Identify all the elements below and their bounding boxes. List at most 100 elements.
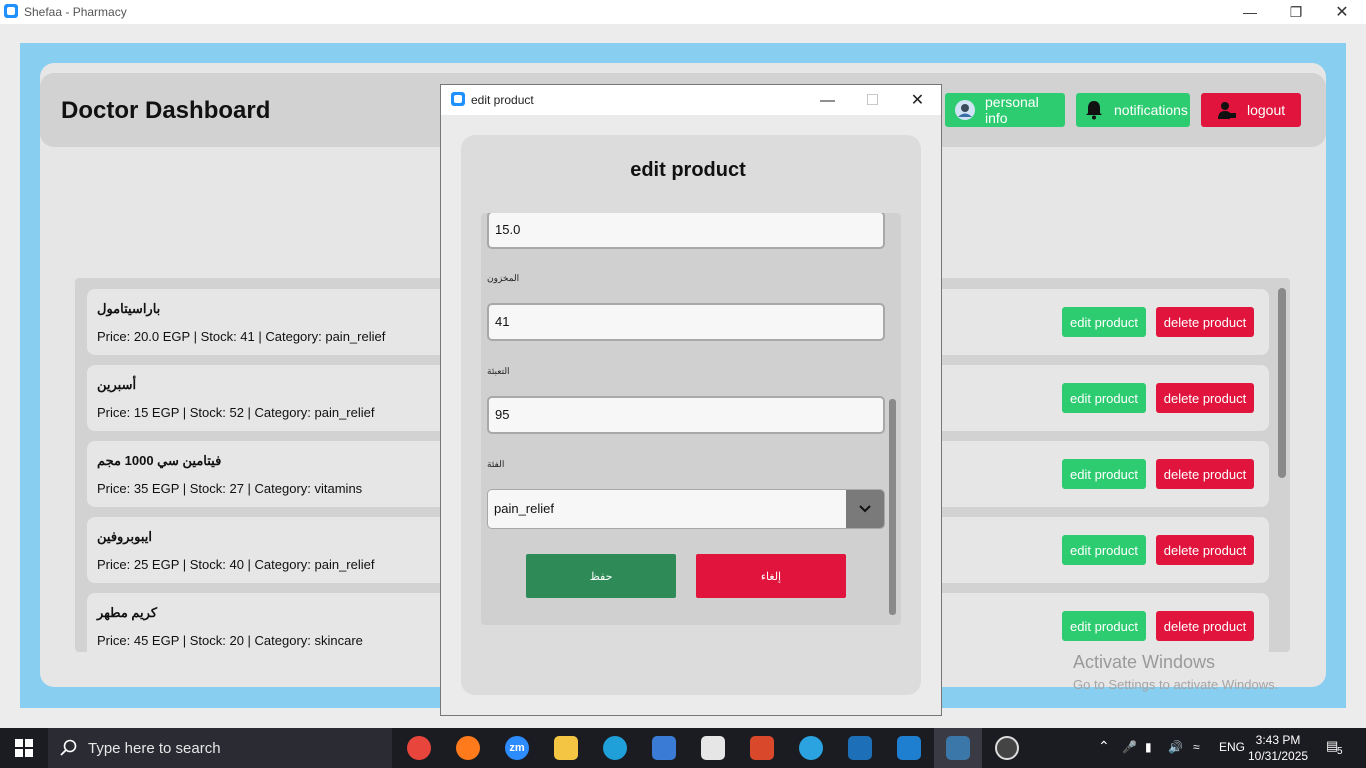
category-selected-value: pain_relief (494, 501, 554, 516)
save-button[interactable]: حفظ (526, 554, 676, 598)
taskbar-zoom[interactable]: zm (493, 728, 541, 768)
zoom-icon: zm (505, 736, 529, 760)
edit-product-button[interactable]: edit product (1062, 535, 1146, 565)
edit-product-button[interactable]: edit product (1062, 611, 1146, 641)
telegram-icon (799, 736, 823, 760)
chrome-icon (407, 736, 431, 760)
page-title: Doctor Dashboard (61, 97, 271, 124)
delete-product-button[interactable]: delete product (1156, 611, 1254, 641)
product-details: Price: 45 EGP | Stock: 20 | Category: sk… (97, 633, 363, 648)
dialog-heading: edit product (630, 159, 746, 181)
product-name: أسبرين (97, 377, 137, 392)
taskbar-firefox[interactable] (444, 728, 492, 768)
taskbar-store[interactable] (640, 728, 688, 768)
activate-windows-title: Activate Windows (1073, 652, 1216, 672)
edit-form-scroll-area[interactable]: 15.0 المخزون 41 التعبئة 95 الفئة pain_re… (481, 213, 901, 625)
product-name: ايبوبروفين (97, 529, 152, 544)
stock-field[interactable]: 41 (487, 303, 885, 341)
category-select[interactable]: pain_relief (487, 489, 885, 529)
taskbar-file-explorer[interactable] (542, 728, 590, 768)
dialog-maximize-button: ☐ (865, 92, 880, 109)
edit-product-dialog: edit product — ☐ ✕ edit product 15.0 الم… (440, 84, 942, 716)
folder-icon (554, 736, 578, 760)
delete-product-button[interactable]: delete product (1156, 383, 1254, 413)
chevron-down-icon[interactable] (846, 490, 884, 528)
close-button[interactable]: ✕ (1319, 0, 1365, 24)
price-field[interactable]: 15.0 (487, 213, 885, 249)
restore-button[interactable]: ❐ (1273, 0, 1319, 24)
notification-count: 5 (1337, 746, 1343, 757)
edge-icon (603, 736, 627, 760)
battery-icon[interactable]: ▮ (1145, 740, 1152, 754)
taskbar: Type here to search zm ⌃ 🎤 ▮ 🔊 ≈ ENG 3:4… (0, 728, 1366, 768)
logout-label: logout (1247, 102, 1286, 118)
microphone-icon[interactable]: 🎤 (1122, 740, 1137, 754)
dialog-app-icon (451, 92, 465, 106)
taskbar-search-box[interactable]: Type here to search (48, 728, 392, 768)
pack-field[interactable]: 95 (487, 396, 885, 434)
firefox-icon (456, 736, 480, 760)
edit-product-button[interactable]: edit product (1062, 459, 1146, 489)
list-scrollbar[interactable] (1278, 288, 1286, 478)
dialog-titlebar: edit product — ☐ ✕ (441, 85, 941, 115)
personal-info-label: personal info (985, 94, 1039, 126)
taskbar-python[interactable] (934, 728, 982, 768)
search-icon (60, 739, 77, 756)
language-indicator[interactable]: ENG (1219, 740, 1245, 754)
delete-product-button[interactable]: delete product (1156, 535, 1254, 565)
app-icon (4, 4, 18, 18)
office-icon (750, 736, 774, 760)
category-label: الفئة (487, 459, 505, 469)
volume-icon[interactable]: 🔊 (1168, 740, 1183, 754)
user-logout-icon (1217, 100, 1237, 120)
mail-icon (701, 736, 725, 760)
logout-button[interactable]: logout (1201, 93, 1301, 127)
dialog-minimize-button[interactable]: — (805, 85, 850, 115)
windows-logo-icon (15, 739, 33, 757)
minimize-button[interactable]: — (1227, 0, 1273, 24)
delete-product-button[interactable]: delete product (1156, 307, 1254, 337)
shark-icon (848, 736, 872, 760)
activate-windows-subtitle: Go to Settings to activate Windows. (1073, 677, 1279, 692)
taskbar-chrome[interactable] (395, 728, 443, 768)
clock[interactable]: 3:43 PM 10/31/2025 (1248, 732, 1308, 764)
taskbar-edge[interactable] (591, 728, 639, 768)
python-icon (946, 736, 970, 760)
taskbar-app-blue[interactable] (836, 728, 884, 768)
dialog-window-title: edit product (471, 93, 534, 107)
personal-info-button[interactable]: personal info (945, 93, 1065, 127)
clock-time: 3:43 PM (1255, 733, 1301, 747)
taskbar-recorder[interactable] (983, 728, 1031, 768)
product-details: Price: 15 EGP | Stock: 52 | Category: pa… (97, 405, 375, 420)
taskbar-telegram[interactable] (787, 728, 835, 768)
vscode-icon (897, 736, 921, 760)
delete-product-button[interactable]: delete product (1156, 459, 1254, 489)
cancel-button[interactable]: إلغاء (696, 554, 846, 598)
notifications-button[interactable]: notifications (1076, 93, 1190, 127)
clock-date: 10/31/2025 (1248, 749, 1309, 763)
product-details: Price: 20.0 EGP | Stock: 41 | Category: … (97, 329, 386, 344)
user-avatar-icon (955, 100, 975, 120)
main-window-titlebar: Shefaa - Pharmacy — ❐ ✕ (0, 0, 1366, 24)
taskbar-vscode[interactable] (885, 728, 933, 768)
edit-product-button[interactable]: edit product (1062, 307, 1146, 337)
product-name: فيتامين سي 1000 مجم (97, 453, 222, 468)
taskbar-mail[interactable] (689, 728, 737, 768)
wifi-icon[interactable]: ≈ (1193, 740, 1200, 754)
product-name: باراسيتامول (97, 301, 161, 316)
chevron-up-icon[interactable]: ⌃ (1098, 738, 1110, 755)
recorder-icon (995, 736, 1019, 760)
product-name: كريم مطهر (97, 605, 158, 620)
product-details: Price: 25 EGP | Stock: 40 | Category: pa… (97, 557, 375, 572)
store-icon (652, 736, 676, 760)
window-title: Shefaa - Pharmacy (24, 5, 127, 19)
form-scrollbar[interactable] (889, 399, 896, 615)
edit-product-button[interactable]: edit product (1062, 383, 1146, 413)
bell-icon (1084, 100, 1104, 120)
product-details: Price: 35 EGP | Stock: 27 | Category: vi… (97, 481, 363, 496)
notifications-label: notifications (1114, 102, 1188, 118)
dialog-close-button[interactable]: ✕ (895, 85, 940, 115)
start-button[interactable] (0, 728, 48, 768)
taskbar-office[interactable] (738, 728, 786, 768)
pack-label: التعبئة (487, 366, 510, 376)
